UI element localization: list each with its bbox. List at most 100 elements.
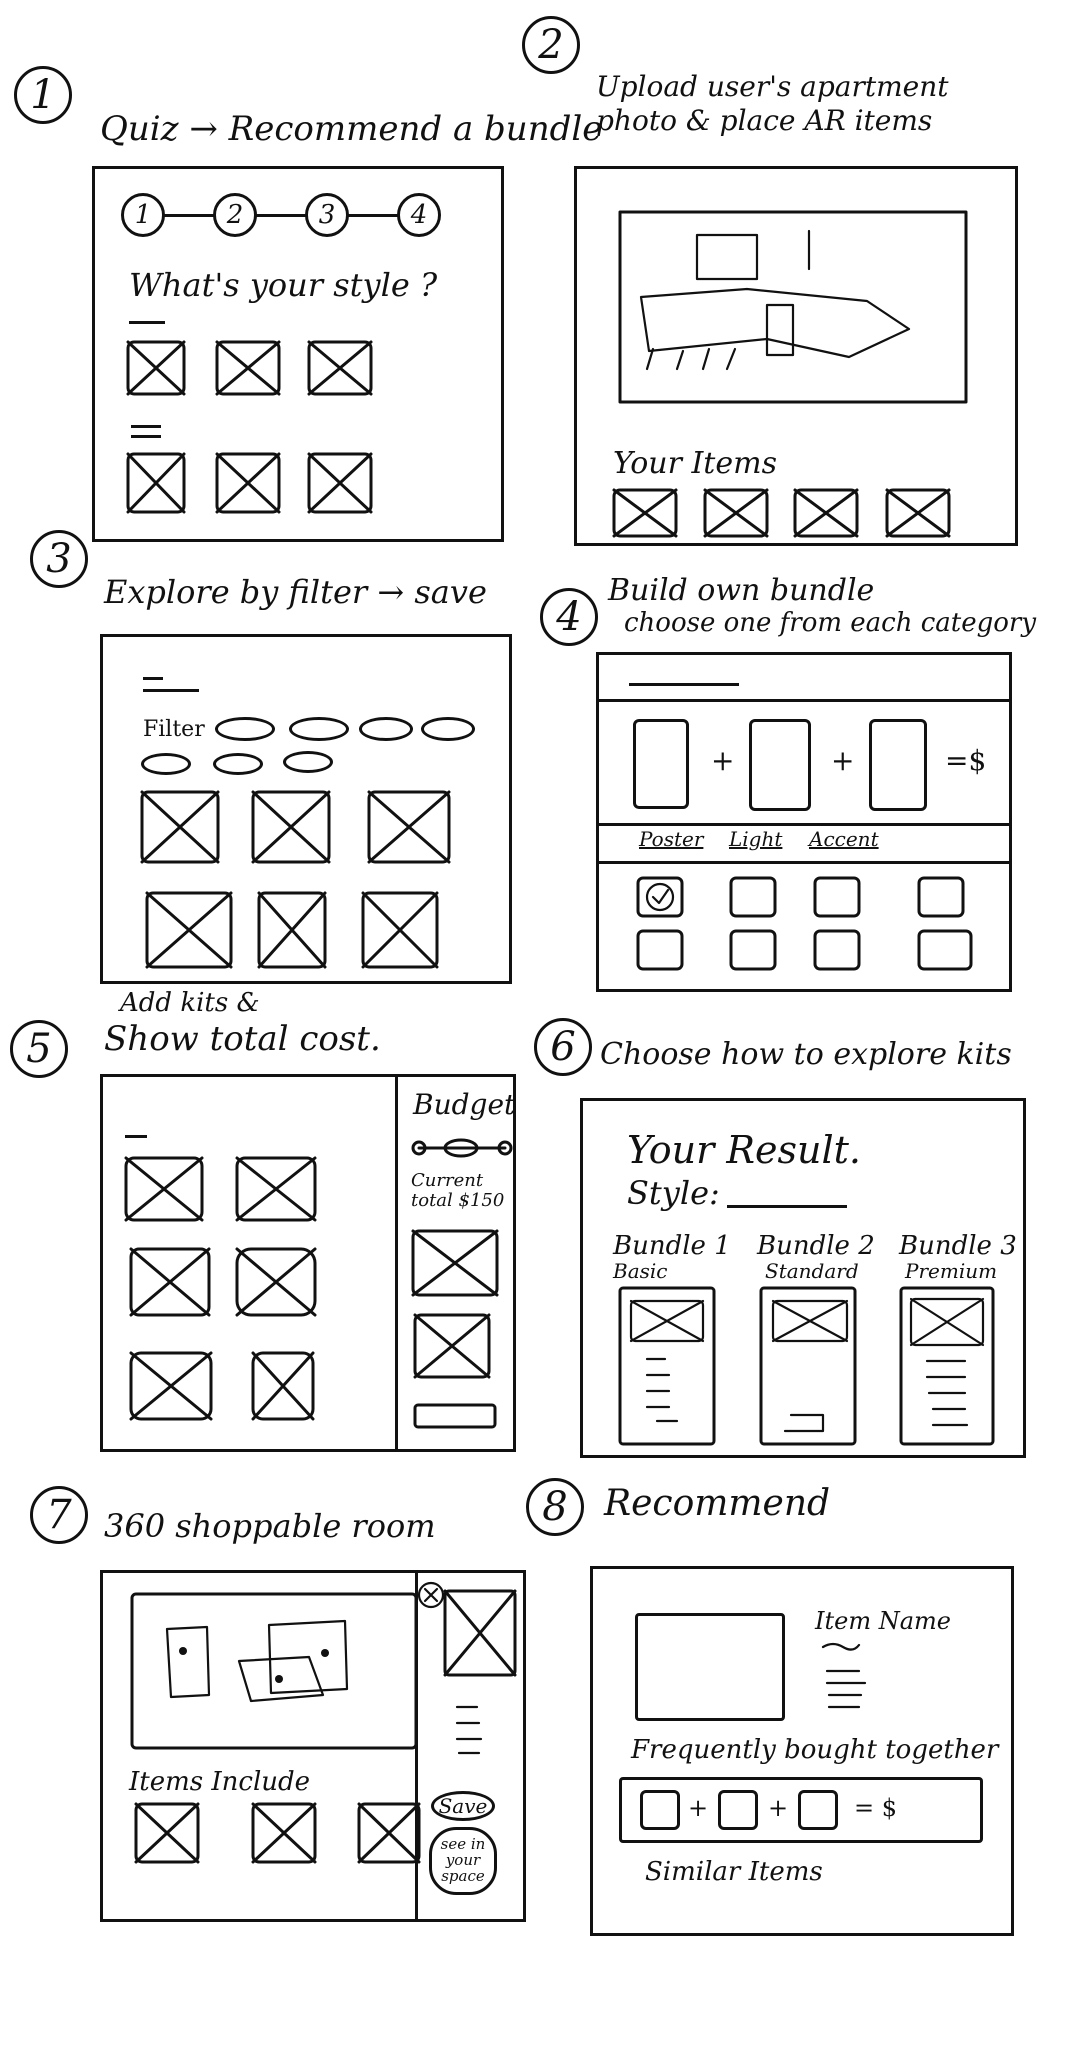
kit-card[interactable] (129, 1351, 213, 1421)
style-option-image[interactable] (215, 452, 281, 514)
result-card[interactable] (361, 891, 439, 969)
wireframe-frame: Item Name Frequently bought together + +… (590, 1566, 1014, 1936)
kit-card[interactable] (235, 1247, 317, 1317)
close-icon[interactable] (417, 1581, 445, 1609)
header-line (143, 677, 163, 680)
item-thumbnail[interactable] (885, 488, 951, 538)
kit-card[interactable] (124, 1156, 204, 1222)
stepper-line (161, 214, 421, 217)
style-value-line (727, 1205, 847, 1208)
option-tile[interactable] (729, 876, 777, 918)
bundle-card-basic[interactable] (618, 1286, 716, 1446)
filter-chip[interactable] (421, 717, 475, 741)
panel-title: 360 shoppable room (104, 1507, 436, 1545)
kit-card[interactable] (129, 1247, 211, 1317)
bundle-cards (618, 1286, 995, 1446)
selected-kit[interactable] (413, 1313, 491, 1379)
sidebar-divider (395, 1074, 398, 1452)
active-filter-chip[interactable] (213, 753, 263, 775)
bundle-slot-light[interactable] (749, 719, 811, 811)
style-option-image[interactable] (126, 452, 186, 514)
item-name: Item Name (815, 1607, 951, 1635)
ar-lamp[interactable] (765, 303, 795, 357)
filter-chip[interactable] (289, 717, 349, 741)
result-card[interactable] (145, 891, 233, 969)
result-card[interactable] (367, 790, 451, 864)
quiz-question: What's your style ? (129, 266, 438, 304)
result-card[interactable] (257, 891, 327, 969)
panel-number: 2 (522, 16, 580, 74)
room-360-view[interactable] (129, 1591, 419, 1755)
bundle-slot-poster[interactable] (633, 719, 689, 809)
hotspot-item[interactable] (165, 1625, 211, 1699)
hotspot-dot[interactable] (321, 1649, 329, 1657)
see-in-space-button[interactable]: see in your space (429, 1827, 497, 1895)
filter-chip[interactable] (215, 717, 275, 741)
plus-sign: + (711, 744, 735, 777)
style-option-image[interactable] (307, 452, 373, 514)
step-4[interactable]: 4 (397, 193, 441, 237)
bundle-row[interactable]: + + = $ (619, 1777, 983, 1843)
section-label-line (129, 321, 165, 324)
item-thumbnail[interactable] (793, 488, 859, 538)
item-detail-panel (417, 1581, 517, 1755)
included-items (134, 1802, 421, 1864)
step-2[interactable]: 2 (213, 193, 257, 237)
tab-poster[interactable]: Poster (639, 829, 703, 849)
option-tile[interactable] (813, 929, 861, 971)
active-filter-chip[interactable] (141, 753, 191, 775)
included-item[interactable] (357, 1802, 421, 1864)
wireframe-frame: Budget Current total $150 (100, 1074, 516, 1452)
option-tile[interactable] (917, 929, 973, 971)
result-card[interactable] (140, 790, 220, 864)
step-3[interactable]: 3 (305, 193, 349, 237)
included-item[interactable] (134, 1802, 200, 1864)
included-item[interactable] (251, 1802, 317, 1864)
selected-kit[interactable] (411, 1229, 499, 1297)
bundle-2-name: Bundle 2 (757, 1231, 875, 1261)
option-tile[interactable] (729, 929, 777, 971)
bundle-slot-accent[interactable] (869, 719, 927, 811)
bundle-item[interactable] (718, 1790, 758, 1830)
kit-card[interactable] (251, 1351, 315, 1421)
quiz-stepper: 1 2 3 4 (121, 193, 451, 237)
bundle-card-standard[interactable] (759, 1286, 857, 1446)
apartment-photo[interactable] (617, 209, 971, 409)
panel-number: 8 (526, 1478, 584, 1536)
active-filter-chip[interactable] (283, 751, 333, 773)
kit-card[interactable] (235, 1156, 317, 1222)
item-thumbnail[interactable] (612, 488, 678, 538)
result-card[interactable] (251, 790, 331, 864)
bundle-item[interactable] (798, 1790, 838, 1830)
step-1[interactable]: 1 (121, 193, 165, 237)
checkout-button[interactable] (413, 1403, 497, 1429)
option-selected[interactable] (636, 876, 684, 918)
plus-sign: + (768, 1794, 789, 1822)
header-line (125, 1135, 147, 1138)
item-thumbnail[interactable] (703, 488, 769, 538)
option-tile[interactable] (636, 929, 684, 971)
divider (599, 823, 1009, 826)
bundle-item[interactable] (640, 1790, 680, 1830)
check-icon (651, 888, 670, 905)
panel-number: 5 (10, 1020, 68, 1078)
tab-light[interactable]: Light (729, 829, 782, 849)
budget-slider[interactable] (409, 1133, 515, 1163)
style-option-image[interactable] (126, 340, 186, 396)
ar-wall-art[interactable] (695, 233, 759, 281)
bundle-total: =$ (945, 744, 987, 777)
panel-title: Quiz → Recommend a bundle (100, 109, 603, 149)
style-option-image[interactable] (307, 340, 373, 396)
save-button[interactable]: Save (431, 1791, 495, 1821)
hotspot-dot[interactable] (179, 1647, 187, 1655)
tab-accent[interactable]: Accent (809, 829, 879, 849)
style-option-image[interactable] (215, 340, 281, 396)
filter-chip[interactable] (359, 717, 413, 741)
divider (599, 861, 1009, 864)
ar-sofa[interactable] (639, 287, 911, 359)
option-tile[interactable] (813, 876, 861, 918)
bundle-card-premium[interactable] (899, 1286, 995, 1446)
section-label-line (131, 435, 161, 438)
hotspot-dot[interactable] (275, 1675, 283, 1683)
option-tile[interactable] (917, 876, 965, 918)
